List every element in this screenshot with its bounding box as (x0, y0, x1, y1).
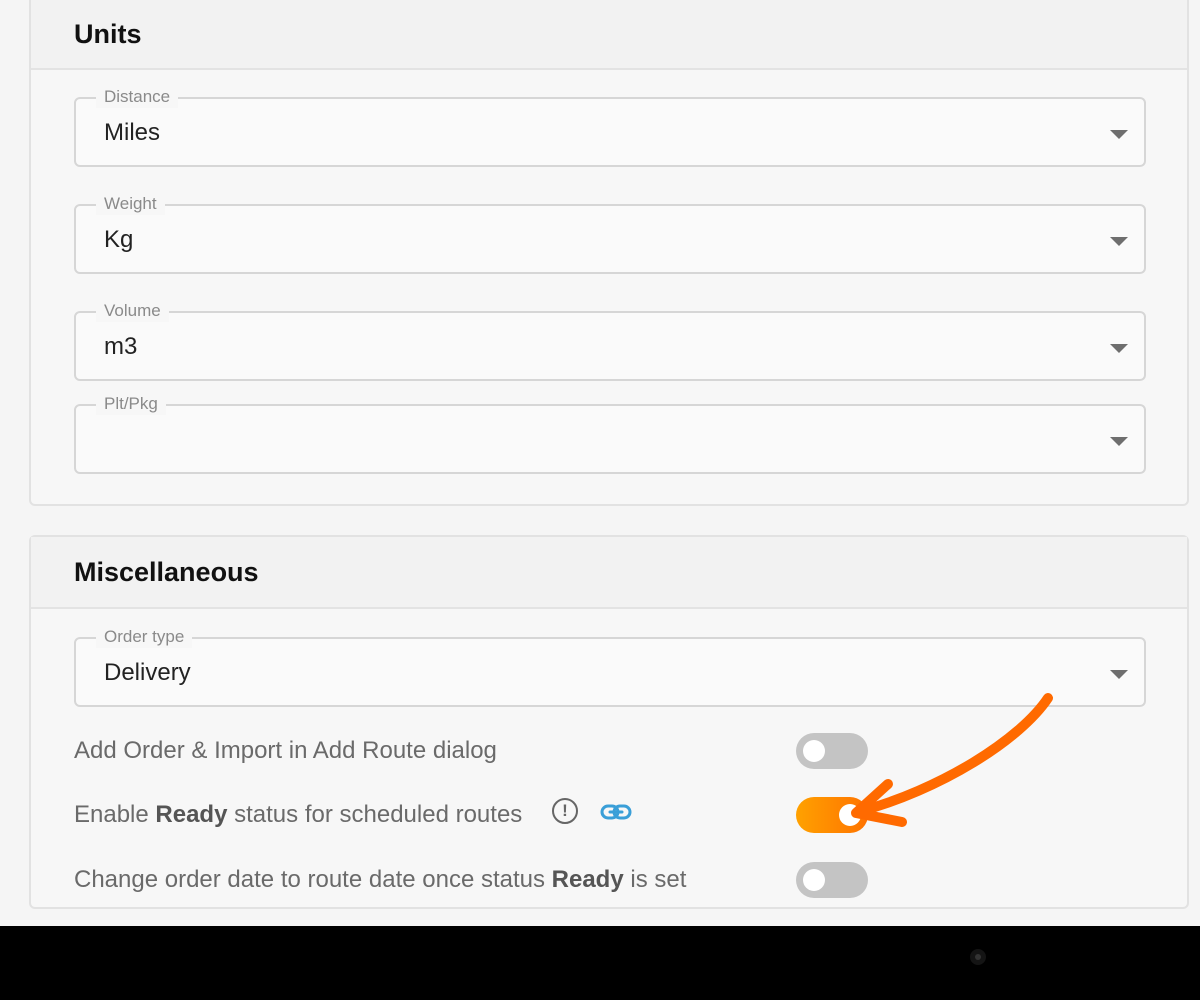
setting-label-add-order-import: Add Order & Import in Add Route dialog (74, 737, 497, 764)
info-icon[interactable]: ! (552, 798, 578, 824)
miscellaneous-card-header: Miscellaneous (31, 537, 1187, 609)
distance-label: Distance (96, 86, 179, 108)
dropdown-arrow-icon (1110, 237, 1128, 246)
dropdown-arrow-icon (1110, 670, 1128, 679)
dropdown-arrow-icon (1110, 437, 1128, 446)
camera-icon (970, 949, 986, 965)
device-bottom-bezel (0, 926, 1200, 1000)
plt-pkg-select[interactable]: Plt/Pkg (74, 393, 1146, 474)
setting-row-change-order-date: Change order date to route date once sta… (74, 860, 1174, 900)
plt-pkg-label: Plt/Pkg (96, 393, 166, 415)
toggle-change-order-date[interactable] (796, 862, 868, 898)
miscellaneous-title: Miscellaneous (74, 557, 259, 587)
weight-value: Kg (104, 226, 134, 253)
toggle-knob (803, 740, 825, 762)
dropdown-arrow-icon (1110, 130, 1128, 139)
toggle-knob (803, 869, 825, 891)
dropdown-arrow-icon (1110, 344, 1128, 353)
volume-value: m3 (104, 333, 138, 360)
weight-select[interactable]: Weight Kg (74, 193, 1146, 274)
link-icon[interactable] (600, 802, 632, 822)
settings-screen: Units Distance Miles Weight Kg Volume m3… (0, 0, 1200, 926)
units-title: Units (74, 19, 142, 49)
units-card-header: Units (31, 0, 1187, 70)
order-type-label: Order type (96, 626, 193, 648)
distance-value: Miles (104, 119, 161, 146)
setting-label-change-order-date: Change order date to route date once sta… (74, 866, 687, 893)
order-type-value: Delivery (104, 659, 191, 686)
annotation-arrow (851, 693, 1053, 827)
setting-label-enable-ready-status: Enable Ready status for scheduled routes (74, 801, 523, 828)
volume-select[interactable]: Volume m3 (74, 300, 1146, 381)
distance-select[interactable]: Distance Miles (74, 86, 1146, 167)
volume-label: Volume (96, 300, 169, 322)
weight-label: Weight (96, 193, 165, 215)
units-card: Units Distance Miles Weight Kg Volume m3… (29, 0, 1189, 506)
